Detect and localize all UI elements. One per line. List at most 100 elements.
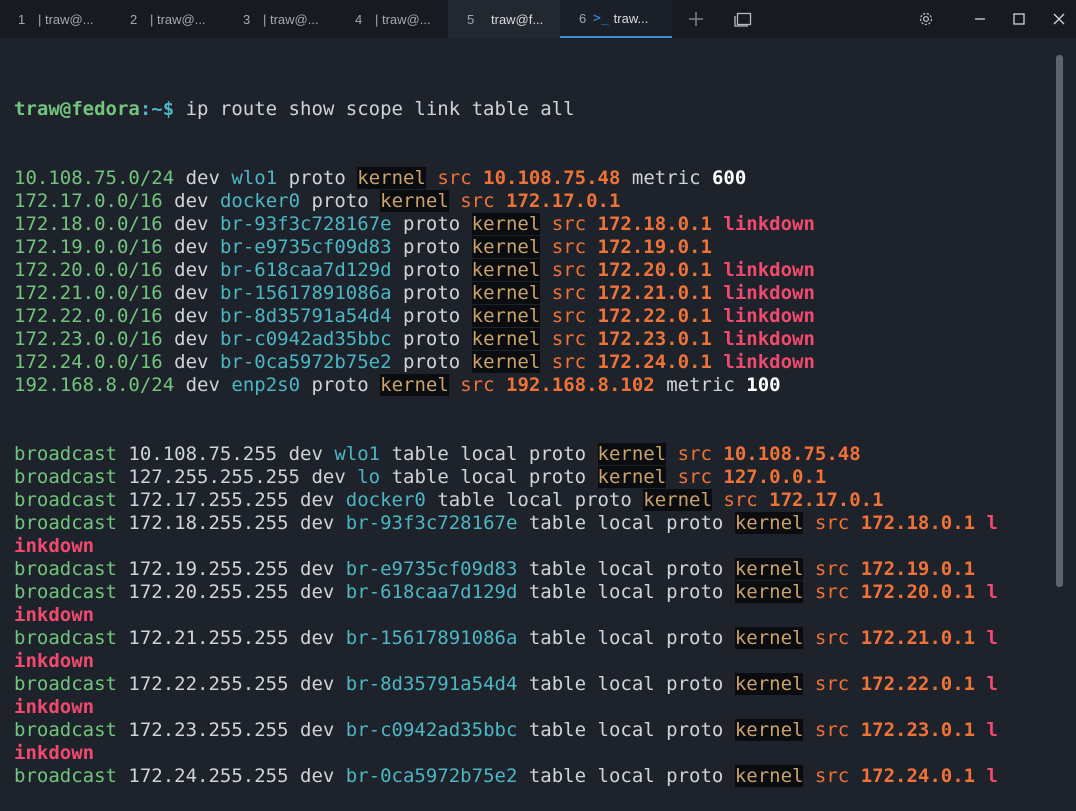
- route-network: 10.108.75.0/24: [14, 167, 175, 189]
- keyword-dev: dev: [185, 167, 220, 189]
- broadcast-source: 172.22.0.1: [860, 673, 976, 695]
- keyword-proto: proto: [666, 627, 724, 649]
- keyword-table: table: [528, 558, 587, 580]
- keyword-dev: dev: [174, 282, 209, 304]
- route-row: 172.20.0.0/16 dev br-618caa7d129d proto …: [14, 259, 1052, 282]
- keyword-kernel: kernel: [380, 374, 449, 396]
- keyword-src: src: [437, 167, 472, 189]
- keyword-kernel: kernel: [471, 305, 541, 327]
- keyword-broadcast: broadcast: [14, 673, 117, 695]
- route-source: 172.18.0.1: [597, 213, 712, 235]
- prompt-user: traw@fedora: [14, 98, 140, 120]
- wrapped-line: inkdown: [14, 696, 1052, 719]
- keyword-kernel: kernel: [380, 190, 449, 212]
- keyword-local: local: [597, 673, 655, 695]
- route-row: 172.23.0.0/16 dev br-c0942ad35bbc proto …: [14, 328, 1052, 351]
- keyword-broadcast: broadcast: [14, 466, 117, 488]
- wrapped-line: inkdown: [14, 535, 1052, 558]
- route-source: 10.108.75.48: [483, 167, 621, 189]
- keyword-local: local: [460, 443, 518, 465]
- keyword-local: local: [505, 489, 564, 511]
- plus-icon[interactable]: [683, 0, 709, 38]
- broadcast-row: broadcast 172.24.255.255 dev br-0ca5972b…: [14, 765, 1052, 788]
- keyword-broadcast: broadcast: [14, 489, 117, 511]
- terminal-output[interactable]: traw@fedora:~$ ip route show scope link …: [14, 52, 1052, 811]
- broadcast-row: broadcast 172.19.255.255 dev br-e9735cf0…: [14, 558, 1052, 581]
- broadcast-device: br-93f3c728167e: [345, 512, 518, 534]
- tab-label: | traw@...: [375, 11, 431, 27]
- keyword-dev: dev: [311, 466, 346, 488]
- route-row: 172.21.0.0/16 dev br-15617891086a proto …: [14, 282, 1052, 305]
- route-network: 172.19.0.0/16: [14, 236, 163, 258]
- broadcast-address: 172.23.255.255: [128, 719, 289, 741]
- tab-number: 5: [467, 11, 475, 27]
- window-icon[interactable]: [730, 0, 756, 38]
- keyword-table: table: [391, 466, 449, 488]
- keyword-kernel: kernel: [471, 236, 541, 258]
- keyword-proto: proto: [666, 581, 724, 603]
- keyword-table: table: [528, 673, 587, 695]
- route-row: 172.17.0.0/16 dev docker0 proto kernel s…: [14, 190, 1052, 213]
- keyword-dev: dev: [300, 673, 335, 695]
- maximize-icon[interactable]: [1007, 0, 1031, 38]
- keyword-proto: proto: [528, 466, 587, 488]
- keyword-broadcast: broadcast: [14, 443, 117, 465]
- tab-label: traw@f...: [491, 11, 544, 27]
- keyword-src: src: [814, 673, 850, 695]
- broadcast-source: 172.24.0.1: [860, 765, 976, 787]
- linkdown-wrap: inkdown: [14, 696, 95, 718]
- tab-4[interactable]: 4 | traw@...: [336, 0, 448, 38]
- prompt-path: :~$: [139, 98, 186, 120]
- tab-5[interactable]: 5 traw@f...: [448, 0, 560, 38]
- close-icon[interactable]: [1047, 0, 1071, 38]
- broadcast-source: 172.17.0.1: [769, 489, 884, 511]
- keyword-dev: dev: [300, 512, 335, 534]
- keyword-kernel: kernel: [597, 443, 667, 465]
- linkdown-start: l: [986, 627, 998, 649]
- minimize-icon[interactable]: [968, 0, 992, 38]
- keyword-broadcast: broadcast: [14, 558, 117, 580]
- tab-3[interactable]: 3 | traw@...: [224, 0, 336, 38]
- keyword-src: src: [677, 443, 712, 465]
- keyword-table: table: [528, 581, 587, 603]
- keyword-proto: proto: [311, 190, 369, 212]
- keyword-dev: dev: [174, 259, 209, 281]
- broadcast-source: 172.19.0.1: [860, 558, 976, 580]
- route-network: 172.20.0.0/16: [14, 259, 163, 281]
- tab-number: 2: [130, 11, 138, 27]
- keyword-proto: proto: [666, 512, 724, 534]
- route-row: 172.24.0.0/16 dev br-0ca5972b75e2 proto …: [14, 351, 1052, 374]
- keyword-table: table: [391, 443, 449, 465]
- keyword-kernel: kernel: [471, 213, 541, 235]
- route-device: br-e9735cf09d83: [219, 236, 392, 258]
- route-linkdown: linkdown: [723, 259, 815, 281]
- route-metric: 600: [711, 167, 747, 189]
- keyword-kernel: kernel: [734, 627, 804, 649]
- route-source: 172.21.0.1: [597, 282, 712, 304]
- route-device: enp2s0: [231, 374, 301, 396]
- keyword-proto: proto: [403, 351, 461, 373]
- keyword-proto: proto: [528, 443, 587, 465]
- tab-1[interactable]: 1 | traw@...: [0, 0, 112, 38]
- keyword-dev: dev: [300, 719, 335, 741]
- tab-2[interactable]: 2 | traw@...: [112, 0, 224, 38]
- broadcast-row: broadcast 172.21.255.255 dev br-15617891…: [14, 627, 1052, 650]
- tab-label: | traw@...: [150, 11, 206, 27]
- route-source: 172.17.0.1: [506, 190, 621, 212]
- route-device: br-93f3c728167e: [219, 213, 392, 235]
- linkdown-start: l: [986, 765, 998, 787]
- broadcast-device: br-0ca5972b75e2: [345, 765, 518, 787]
- route-source: 172.19.0.1: [597, 236, 712, 258]
- scrollbar-thumb[interactable]: [1056, 55, 1063, 587]
- broadcast-device: br-618caa7d129d: [345, 581, 518, 603]
- broadcast-row: broadcast 127.255.255.255 dev lo table l…: [14, 466, 1052, 489]
- linkdown-wrap: inkdown: [14, 650, 95, 672]
- tab-number: 6: [579, 10, 587, 26]
- keyword-broadcast: broadcast: [14, 581, 117, 603]
- keyword-local: local: [597, 512, 655, 534]
- gear-icon[interactable]: [913, 0, 939, 38]
- tab-6[interactable]: 6 >_ traw...: [560, 0, 672, 38]
- route-device: br-8d35791a54d4: [219, 305, 392, 327]
- keyword-table: table: [528, 512, 587, 534]
- broadcast-source: 172.21.0.1: [860, 627, 976, 649]
